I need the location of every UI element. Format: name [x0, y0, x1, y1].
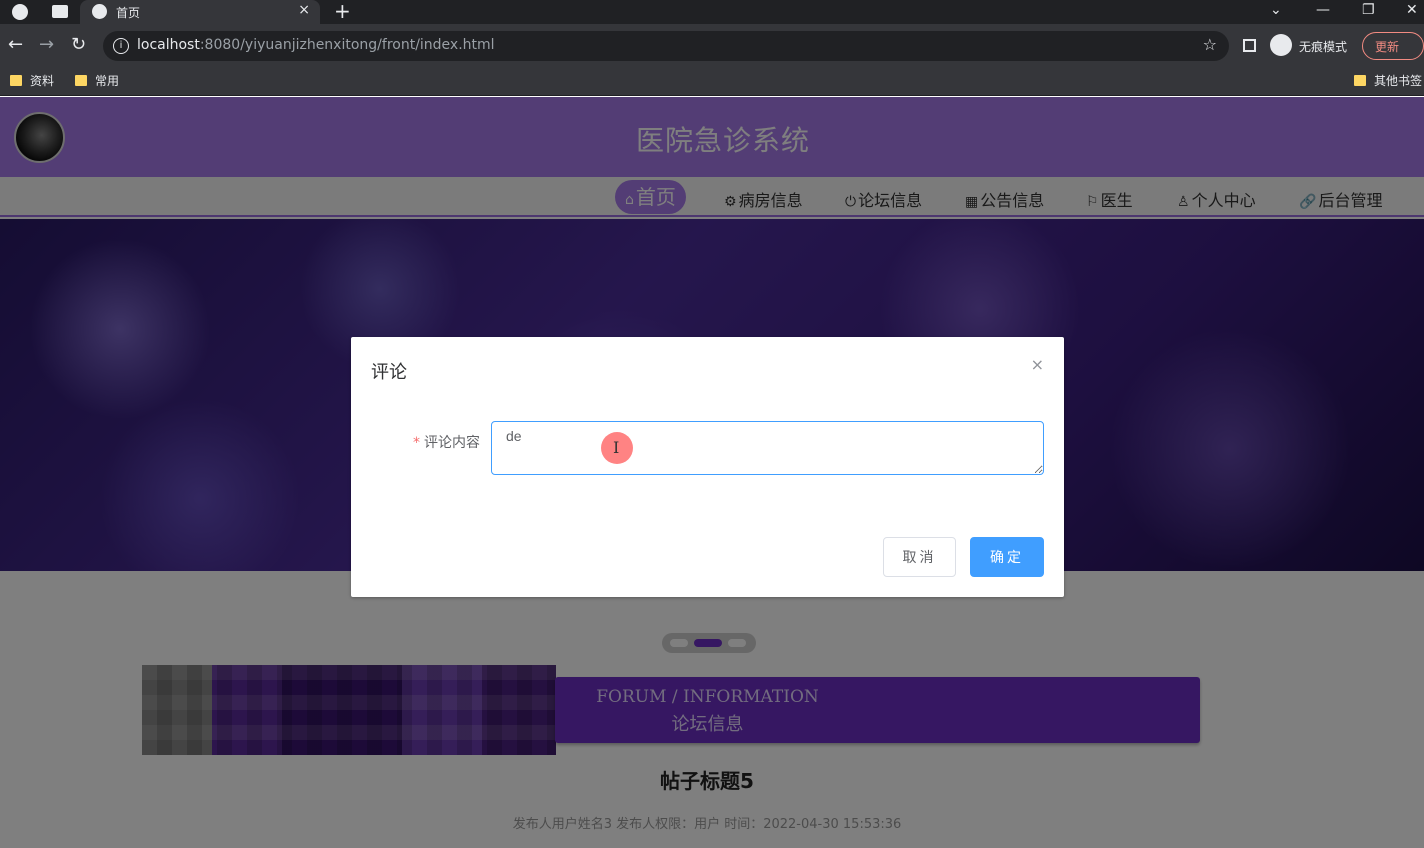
- tab-list-icon[interactable]: ⌄: [1270, 0, 1282, 20]
- bookmarks-bar: 资料 常用 其他书签: [0, 68, 1424, 96]
- incognito-label: 无痕模式: [1299, 40, 1348, 54]
- cancel-button[interactable]: 取消: [883, 537, 956, 577]
- url-path: :8080/yiyuanjizhenxitong/front/index.htm…: [199, 37, 495, 53]
- bookmark-label: 资料: [30, 74, 55, 88]
- close-window-icon[interactable]: ✕: [1406, 0, 1418, 20]
- other-bookmarks-label: 其他书签: [1374, 74, 1423, 88]
- folder-icon: [1354, 75, 1366, 86]
- bookmark-folder-changyong[interactable]: 常用: [75, 72, 119, 90]
- minimize-icon[interactable]: —: [1316, 0, 1330, 20]
- bookmark-folder-ziliao[interactable]: 资料: [10, 72, 54, 90]
- close-icon[interactable]: ×: [1031, 355, 1044, 374]
- site-info-icon[interactable]: i: [113, 38, 129, 54]
- address-bar-row: ← → ↻ i localhost:8080/yiyuanjizhenxiton…: [0, 24, 1424, 68]
- tab-title: 首页: [116, 6, 141, 20]
- comment-field-label: * 评论内容: [413, 432, 480, 452]
- comment-textarea[interactable]: de: [491, 421, 1044, 475]
- comment-label-text: 评论内容: [424, 435, 480, 451]
- bookmark-label: 常用: [95, 74, 120, 88]
- folder-icon: [10, 75, 22, 86]
- forward-icon[interactable]: →: [39, 34, 54, 56]
- reload-icon[interactable]: ↻: [71, 34, 86, 56]
- bookmark-star-icon[interactable]: ☆: [1203, 35, 1217, 54]
- incognito-icon: [1270, 34, 1292, 56]
- address-input[interactable]: i localhost:8080/yiyuanjizhenxitong/fron…: [103, 31, 1229, 61]
- web-page: 医院急诊系统 ⌂首页 ⚙病房信息 ⏻论坛信息 ▦公告信息 ⚐医生 ♙个人中心 🔗…: [0, 97, 1424, 848]
- text-cursor-icon: [601, 432, 633, 464]
- browser-tab-strip: 首页 × + ⌄ — ❐ ✕: [0, 0, 1424, 24]
- comment-dialog: 评论 × *评论内容 de 取消 确定: [351, 337, 1064, 597]
- folder-icon: [75, 75, 87, 86]
- url-text: localhost:8080/yiyuanjizhenxitong/front/…: [137, 37, 495, 53]
- confirm-button[interactable]: 确定: [970, 537, 1044, 577]
- tab-search-icon[interactable]: [52, 5, 68, 18]
- restore-icon[interactable]: ❐: [1362, 0, 1375, 20]
- tab-favicon-icon: [92, 4, 107, 19]
- browser-menu-icon[interactable]: [12, 4, 28, 20]
- browser-tab[interactable]: 首页 ×: [80, 0, 320, 24]
- update-button[interactable]: 更新: [1362, 32, 1424, 60]
- other-bookmarks[interactable]: 其他书签: [1354, 72, 1422, 90]
- url-host: localhost: [137, 37, 200, 53]
- new-tab-icon[interactable]: +: [334, 0, 351, 22]
- tab-close-icon[interactable]: ×: [298, 2, 310, 18]
- back-icon[interactable]: ←: [8, 34, 23, 56]
- dialog-title: 评论: [371, 362, 407, 383]
- required-mark: *: [413, 435, 420, 451]
- side-panel-icon[interactable]: [1243, 39, 1256, 52]
